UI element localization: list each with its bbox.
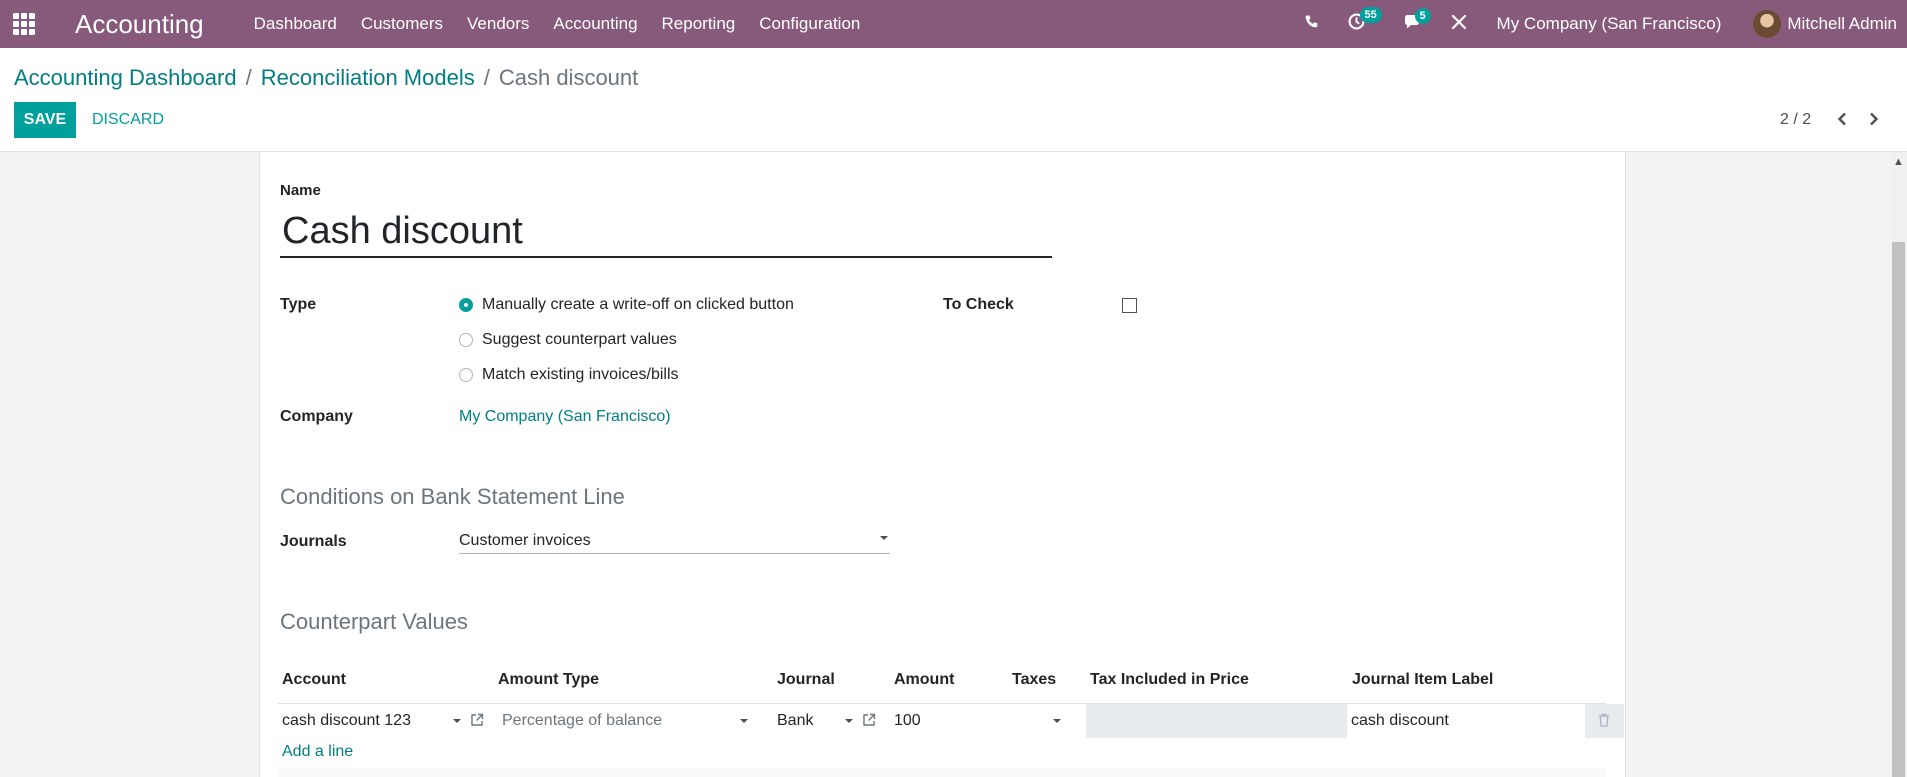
menu-dashboard[interactable]: Dashboard [254,14,337,34]
journals-value: Customer invoices [459,532,591,549]
to-check-checkbox[interactable] [1122,298,1137,313]
save-button[interactable]: Save [14,102,76,138]
phone-icon[interactable] [1304,14,1320,35]
type-label: Type [280,296,317,313]
table-footer [278,768,1606,777]
caret-down-icon[interactable] [880,536,888,540]
control-panel: Accounting Dashboard / Reconciliation Mo… [0,48,1907,152]
chevron-up-icon[interactable]: ▲ [1890,156,1907,168]
message-badge: 5 [1414,7,1431,24]
external-link-icon[interactable] [470,713,484,727]
type-option-label: Manually create a write-off on clicked b… [482,296,794,313]
type-option-suggest[interactable]: Suggest counterpart values [459,331,677,349]
counterpart-section-title: Counterpart Values [280,609,468,634]
journal-item-label-input[interactable] [1347,704,1585,738]
column-journal-item-label[interactable]: Journal Item Label [1352,671,1493,689]
breadcrumb: Accounting Dashboard / Reconciliation Mo… [14,65,638,91]
company-link[interactable]: My Company (San Francisco) [459,408,671,426]
caret-down-icon[interactable] [845,719,853,723]
journals-select[interactable]: Customer invoices [459,530,890,554]
scrollbar-thumb[interactable] [1892,242,1905,777]
avatar [1753,10,1782,38]
caret-down-icon[interactable] [1053,719,1061,723]
clock-icon[interactable]: 55 [1348,7,1382,35]
chevron-right-icon[interactable] [1868,110,1880,131]
type-option-label: Match existing invoices/bills [482,366,679,383]
account-field[interactable]: cash discount 123 [282,704,411,738]
menu-customers[interactable]: Customers [361,14,443,34]
menu-reporting[interactable]: Reporting [662,14,736,34]
company-switcher[interactable]: My Company (San Francisco) [1497,14,1722,34]
user-name: Mitchell Admin [1787,14,1897,33]
column-tax-included[interactable]: Tax Included in Price [1090,671,1249,689]
breadcrumb-separator: / [483,65,490,90]
column-taxes[interactable]: Taxes [1012,671,1056,689]
name-input[interactable] [280,206,1052,258]
menu-vendors[interactable]: Vendors [467,14,529,34]
external-link-icon[interactable] [862,713,876,727]
column-amount[interactable]: Amount [894,671,954,689]
radio-checked-icon[interactable] [459,298,473,312]
taxes-field[interactable] [1012,704,1072,738]
chevron-left-icon[interactable] [1836,110,1848,131]
form-sheet: Name Type Manually create a write-off on… [259,152,1626,777]
add-line-link[interactable]: Add a line [282,743,353,761]
type-option-manual[interactable]: Manually create a write-off on clicked b… [459,296,794,314]
counterpart-table-header: Account Amount Type Journal Amount Taxes… [278,665,1606,695]
top-navbar: Accounting Dashboard Customers Vendors A… [0,0,1907,48]
column-journal[interactable]: Journal [777,671,835,689]
tools-icon[interactable] [1451,14,1467,35]
activity-badge: 55 [1359,7,1382,23]
radio-unchecked-icon[interactable] [459,333,473,347]
tax-included-cell [1086,704,1347,738]
caret-down-icon[interactable] [740,719,748,723]
user-menu[interactable]: Mitchell Admin [1753,10,1897,38]
type-option-label: Suggest counterpart values [482,331,677,348]
conditions-section-title: Conditions on Bank Statement Line [280,484,625,509]
to-check-label: To Check [943,296,1014,313]
amount-type-field[interactable]: Percentage of balance [502,704,662,738]
column-account[interactable]: Account [282,671,346,689]
journal-field[interactable]: Bank [777,704,813,738]
discard-button[interactable]: Discard [92,102,164,138]
menu-configuration[interactable]: Configuration [759,14,860,34]
chat-icon[interactable]: 5 [1403,7,1431,35]
apps-grid-icon[interactable] [13,12,37,36]
breadcrumb-separator: / [245,65,252,90]
radio-unchecked-icon[interactable] [459,368,473,382]
breadcrumb-current: Cash discount [498,65,639,90]
scrollbar[interactable]: ▲ [1890,152,1907,777]
app-name[interactable]: Accounting [75,9,204,40]
amount-field[interactable]: 100 [894,704,921,738]
pager-value[interactable]: 2 / 2 [1780,111,1811,129]
type-option-match[interactable]: Match existing invoices/bills [459,366,679,384]
trash-icon[interactable] [1598,713,1610,727]
navbar-systray: 55 5 My Company (San Francisco) Mitchell… [1304,0,1907,48]
name-label: Name [280,182,321,199]
column-amount-type[interactable]: Amount Type [498,671,599,689]
breadcrumb-reconciliation-models[interactable]: Reconciliation Models [261,65,475,91]
breadcrumb-accounting-dashboard[interactable]: Accounting Dashboard [14,65,237,91]
caret-down-icon[interactable] [453,719,461,723]
company-label: Company [280,408,353,425]
journals-label: Journals [280,533,347,550]
delete-row-button[interactable] [1585,704,1624,738]
table-row: cash discount 123 Percentage of balance … [278,703,1624,739]
menu-accounting[interactable]: Accounting [553,14,637,34]
